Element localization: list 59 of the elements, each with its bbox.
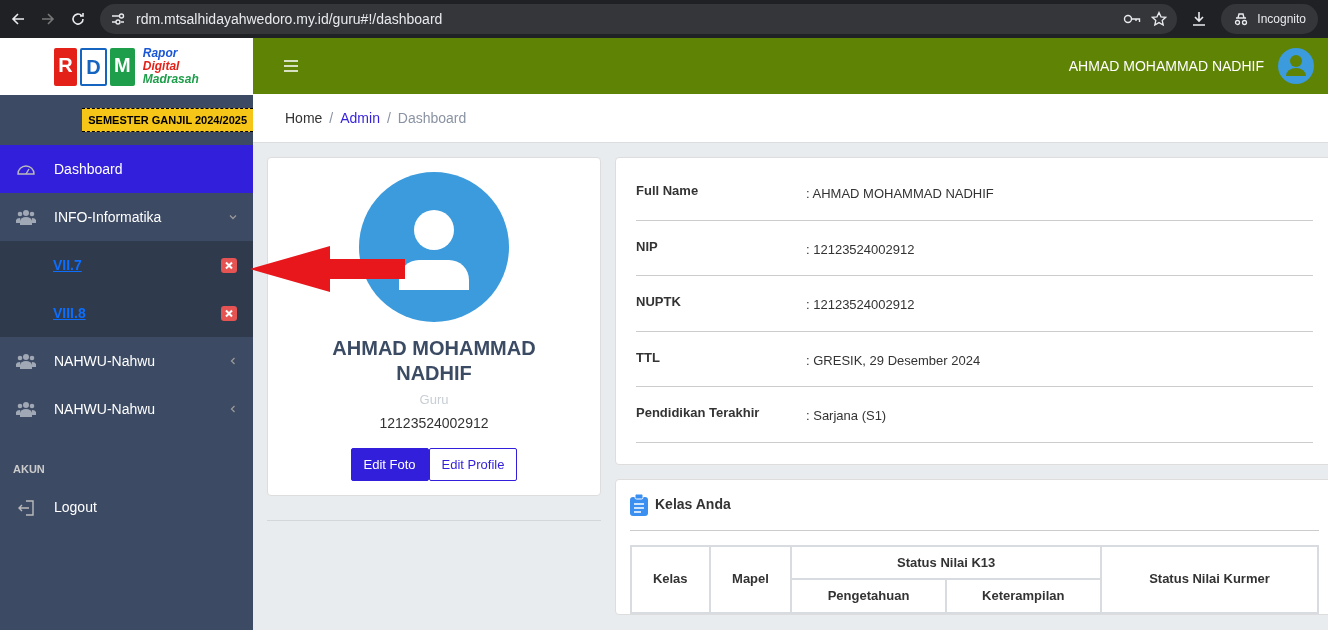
field-value: : GRESIK, 29 Desember 2024 [806,351,981,370]
logo-text: Rapor [142,47,179,60]
column-header: Pengetahuan [791,579,946,613]
back-icon[interactable] [10,11,26,27]
incognito-button[interactable]: Incognito [1221,4,1318,34]
logo-text: Digital [142,60,181,73]
field-label: NIP [636,237,659,256]
logo-letter: D [80,47,107,86]
incognito-icon [1233,12,1250,26]
user-name: AHMAD MOHAMMAD NADHIF [1068,56,1264,76]
logo-letter: R [54,47,77,86]
url-text: rdm.mtsalhidayahwedoro.my.id/guru#!/dashboard [136,9,444,29]
site-settings-icon[interactable] [110,11,126,27]
close-icon[interactable] [221,305,237,321]
field-value: : AHMAD MOHAMMAD NADHIF [806,185,994,203]
field-value: : Sarjana (S1) [806,407,887,425]
column-header: Status Nilai K13 [791,545,1101,579]
users-icon [16,400,36,418]
profile-name: AHMAD MOHAMMAD NADHIF [331,336,537,386]
field-label: TTL [636,348,661,367]
close-icon[interactable] [221,257,237,273]
logo-text: Madrasah [142,73,199,86]
menu-group[interactable]: NAHWU-Nahwu [0,385,253,433]
breadcrumb-separator: / [386,108,391,128]
field-label: NUPTK [636,293,682,311]
key-icon[interactable] [1123,13,1142,25]
breadcrumb-current: Dashboard [397,109,467,126]
field-value: : 12123524002912 [806,296,915,314]
menu-group[interactable]: INFO-Informatika [0,193,253,241]
clipboard-icon [630,493,648,516]
menu-group[interactable]: NAHWU-Nahwu [0,337,253,385]
users-icon [16,352,36,370]
menu-item[interactable]: Dashboard [0,145,253,193]
users-icon [16,208,36,226]
column-header: Mapel [709,545,792,613]
logout-icon [16,498,36,517]
card-title: Kelas Anda [655,495,731,514]
edit-profile-button[interactable]: Edit Profile [428,447,518,481]
field-label: Full Name [636,182,700,200]
menu-item[interactable]: Logout [0,483,253,532]
profile-id-number: 12123524002912 [379,413,489,433]
download-icon[interactable] [1191,11,1208,27]
user-avatar-icon [359,172,509,322]
forward-icon[interactable] [40,11,56,27]
edit-photo-button[interactable]: Edit Foto [350,447,429,481]
reload-icon[interactable] [70,11,86,27]
column-header: Kelas [631,545,710,613]
field-label: Pendidikan Terakhir [636,404,761,422]
column-header: Status Nilai Kurmer [1100,545,1318,613]
semester-badge: SEMESTER GANJIL 2024/2025 [82,107,253,133]
logo-letter: M [110,47,135,86]
menu-icon[interactable] [283,59,299,73]
section-heading: AKUN [12,462,46,477]
breadcrumb-separator: / [329,108,334,128]
field-value: : 12123524002912 [806,240,915,259]
star-icon[interactable] [1151,11,1168,27]
breadcrumb-link[interactable]: Admin [340,109,380,126]
address-bar[interactable]: rdm.mtsalhidayahwedoro.my.id/guru#!/dashboard [100,4,1178,34]
breadcrumb-link[interactable]: Home [285,109,323,126]
